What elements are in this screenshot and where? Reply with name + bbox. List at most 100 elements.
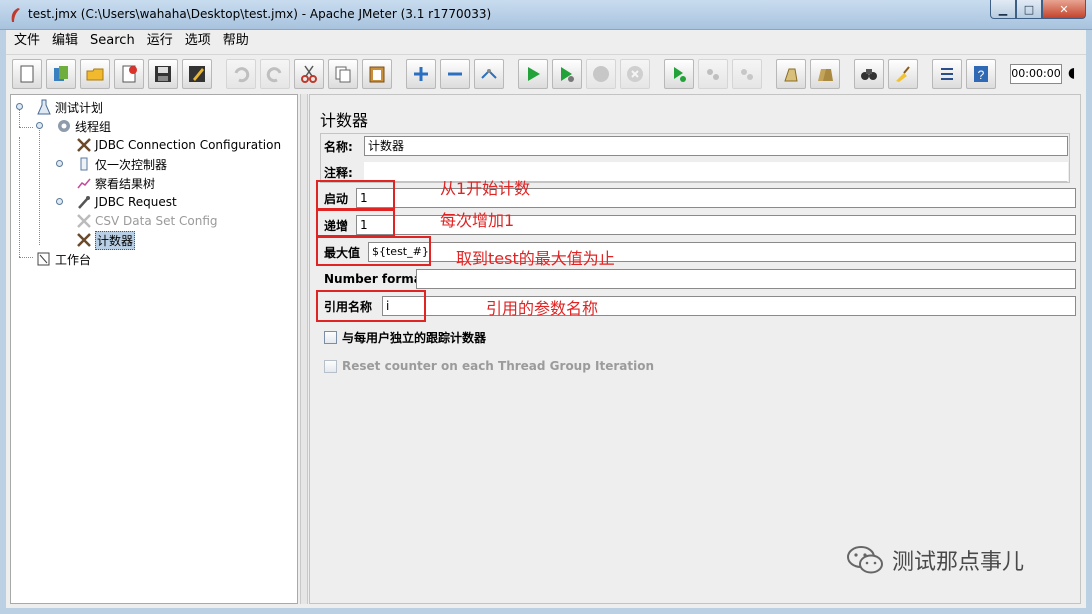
copy-button[interactable] [328,59,358,89]
reset-search-icon [896,66,910,82]
undo-button[interactable] [226,59,256,89]
reset-counter-checkbox[interactable]: Reset counter on each Thread Group Itera… [324,359,654,373]
menu-file[interactable]: 文件 [8,30,46,52]
minimize-button[interactable]: ▁ [990,0,1016,19]
number-format-row: Number format [320,268,1082,290]
start-no-pause-button[interactable] [552,59,582,89]
menu-options[interactable]: 选项 [179,30,217,52]
test-plan-icon [35,99,53,115]
tree-node-jdbc-request[interactable]: JDBC Request [75,193,177,211]
max-row: 最大值 ${test_#} [320,241,1082,263]
toggle-button[interactable] [474,59,504,89]
expand-icon [414,67,428,81]
redo-button[interactable] [260,59,290,89]
config-tools-icon [75,232,93,248]
open-icon [86,68,104,81]
collapse-button[interactable] [440,59,470,89]
menu-edit[interactable]: 编辑 [46,30,84,52]
annotation-start-note: 从1开始计数 [440,179,531,198]
stop-button[interactable] [586,59,616,89]
help-button[interactable]: ? [966,59,996,89]
status-indicator: ◖ [1068,65,1076,81]
tree-node-workbench[interactable]: 工作台 [35,250,91,268]
start-icon [528,67,540,81]
save-as-icon [189,66,205,82]
remote-start-icon [674,67,686,82]
save-as-button[interactable] [182,59,212,89]
cut-button[interactable] [294,59,324,89]
templates-icon [54,66,68,81]
annotation-box-ref [316,290,426,322]
reset-counter-checkbox-box[interactable] [324,359,337,373]
controller-icon [75,156,93,172]
panel-title: 计数器 [320,111,369,130]
help-icon: ? [974,66,988,82]
watermark-text: 测试那点事儿 [892,550,1025,575]
tree-node-counter[interactable]: 计数器 [75,230,136,250]
tree-node-csv-data-set[interactable]: CSV Data Set Config [75,212,218,230]
menu-help[interactable]: 帮助 [217,30,255,52]
close-file-button[interactable] [114,59,144,89]
save-button[interactable] [148,59,178,89]
maximize-button[interactable]: □ [1016,0,1042,19]
menu-search[interactable]: Search [84,30,141,52]
remote-stop-button[interactable] [698,59,728,89]
expand-button[interactable] [406,59,436,89]
clear-button[interactable] [776,59,806,89]
annotation-max-note: 取到test的最大值为止 [456,249,615,268]
toggle-icon [481,69,497,79]
tree-node-view-results-tree[interactable]: 察看结果树 [75,174,155,192]
start-button[interactable] [518,59,548,89]
number-format-field[interactable] [416,269,1076,289]
paste-button[interactable] [362,59,392,89]
test-plan-tree: 测试计划 线程组 JDBC Connection Configuration 仅… [10,94,298,604]
shutdown-icon [627,66,643,82]
remote-start-button[interactable] [664,59,694,89]
split-pane-divider[interactable] [300,94,308,604]
tree-toggle-once-only[interactable] [56,160,63,167]
clear-all-icon [818,69,833,81]
templates-button[interactable] [46,59,76,89]
reset-search-button[interactable] [888,59,918,89]
open-button[interactable] [80,59,110,89]
tree-toggle-jdbc-request[interactable] [56,198,63,205]
clear-icon [784,68,798,82]
tree-toggle-thread-group[interactable] [36,122,43,129]
menu-run[interactable]: 运行 [141,30,179,52]
clear-all-button[interactable] [810,59,840,89]
tree-node-jdbc-connection[interactable]: JDBC Connection Configuration [75,136,281,154]
tree-node-once-only-controller[interactable]: 仅一次控制器 [75,155,167,173]
tree-node-test-plan[interactable]: 测试计划 [35,98,103,116]
shutdown-button[interactable] [620,59,650,89]
remote-shutdown-button[interactable] [732,59,762,89]
window-controls: ▁ □ ✕ [990,0,1086,19]
remote-stop-icon [707,69,719,80]
close-file-icon [122,65,137,83]
comment-row: 注释: [320,161,1070,183]
tree-node-thread-group[interactable]: 线程组 [55,117,111,135]
search-icon [861,69,877,80]
annotation-box-start [316,180,395,210]
number-format-label: Number format [324,272,428,286]
window-titlebar: test.jmx (C:\Users\wahaha\Desktop\test.j… [0,0,1092,30]
per-user-checkbox-box[interactable] [324,331,337,344]
increment-row: 递增 1 [320,214,1082,236]
elapsed-timer: 00:00:00 [1010,64,1062,84]
function-helper-icon [941,68,953,80]
search-button[interactable] [854,59,884,89]
window-title: test.jmx (C:\Users\wahaha\Desktop\test.j… [28,7,492,21]
annotation-increment-note: 每次增加1 [440,211,515,230]
tree-toggle-test-plan[interactable] [16,103,23,110]
function-helper-button[interactable] [932,59,962,89]
per-user-checkbox[interactable]: 与每用户独立的跟踪计数器 [324,329,486,346]
wechat-watermark: 测试那点事儿 [846,544,1024,576]
collapse-icon [448,72,462,76]
reference-name-row: 引用名称 i [320,295,1082,317]
remote-shutdown-icon [741,69,753,80]
name-field[interactable]: 计数器 [364,136,1068,156]
paste-icon [369,66,385,83]
close-button[interactable]: ✕ [1042,0,1086,19]
svg-text:?: ? [978,68,985,82]
new-button[interactable] [12,59,42,89]
redo-icon [266,67,282,83]
